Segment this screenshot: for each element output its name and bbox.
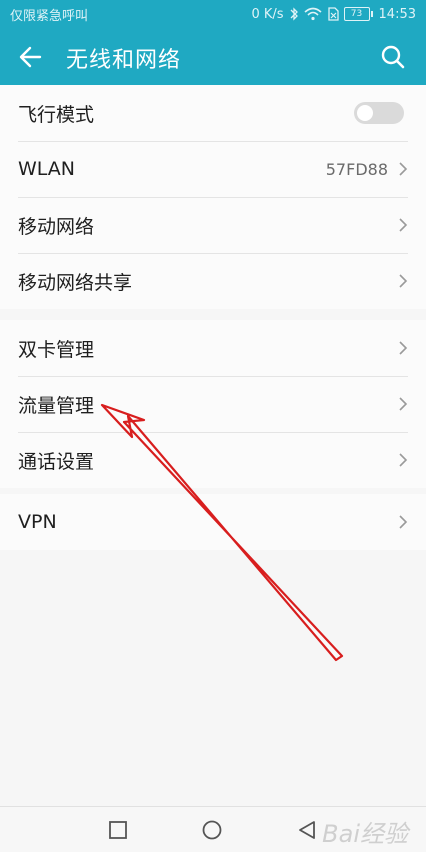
chevron-right-icon bbox=[399, 341, 408, 355]
mobile-network-row[interactable]: 移动网络 bbox=[0, 197, 426, 253]
call-settings-row[interactable]: 通话设置 bbox=[0, 432, 426, 488]
vpn-label: VPN bbox=[18, 511, 57, 533]
data-usage-label: 流量管理 bbox=[18, 394, 95, 417]
clock: 14:53 bbox=[378, 6, 416, 22]
wifi-icon bbox=[304, 7, 322, 21]
watermark: Bai经验 bbox=[322, 820, 408, 848]
bluetooth-icon bbox=[290, 7, 298, 21]
toggle-knob bbox=[357, 105, 373, 121]
wlan-network-name: 57FD88 bbox=[325, 159, 388, 179]
settings-group-network: 飞行模式 WLAN 57FD88 移动网络 移动网络共享 bbox=[0, 85, 426, 309]
status-bar: 仅限紧急呼叫 0 K/s 73 14:53 bbox=[0, 0, 426, 28]
vpn-row[interactable]: VPN bbox=[0, 494, 426, 550]
chevron-right-icon bbox=[399, 218, 408, 232]
airplane-mode-toggle[interactable] bbox=[354, 102, 404, 124]
app-bar: 仅限紧急呼叫 0 K/s 73 14:53 无线和网络 bbox=[0, 0, 426, 85]
square-icon[interactable] bbox=[105, 817, 131, 843]
toolbar: 无线和网络 bbox=[0, 28, 426, 85]
circle-icon[interactable] bbox=[199, 817, 225, 843]
search-icon[interactable] bbox=[380, 44, 406, 70]
dual-sim-row[interactable]: 双卡管理 bbox=[0, 320, 426, 376]
status-icons: 0 K/s 73 14:53 bbox=[251, 7, 416, 22]
no-sim-icon bbox=[327, 7, 339, 21]
wlan-row[interactable]: WLAN 57FD88 bbox=[0, 141, 426, 197]
dual-sim-label: 双卡管理 bbox=[18, 338, 95, 361]
navigation-bar: Bai经验 bbox=[0, 806, 426, 852]
settings-group-vpn: VPN bbox=[0, 494, 426, 550]
settings-group-sim: 双卡管理 流量管理 通话设置 bbox=[0, 320, 426, 488]
battery-icon: 73 bbox=[343, 7, 373, 21]
network-speed: 0 K/s bbox=[251, 6, 284, 22]
tethering-row[interactable]: 移动网络共享 bbox=[0, 253, 426, 309]
chevron-right-icon bbox=[399, 274, 408, 288]
page-title: 无线和网络 bbox=[66, 48, 182, 73]
data-usage-row[interactable]: 流量管理 bbox=[0, 376, 426, 432]
chevron-right-icon bbox=[399, 453, 408, 467]
carrier-text: 仅限紧急呼叫 bbox=[10, 8, 89, 24]
chevron-right-icon bbox=[399, 515, 408, 529]
airplane-mode-row[interactable]: 飞行模式 bbox=[0, 85, 426, 141]
chevron-right-icon bbox=[399, 397, 408, 411]
mobile-network-label: 移动网络 bbox=[18, 215, 95, 238]
call-settings-label: 通话设置 bbox=[18, 450, 95, 473]
airplane-mode-label: 飞行模式 bbox=[18, 103, 95, 126]
arrow-left-icon[interactable] bbox=[18, 44, 44, 70]
wlan-label: WLAN bbox=[18, 158, 76, 180]
triangle-back-icon[interactable] bbox=[294, 817, 320, 843]
tethering-label: 移动网络共享 bbox=[18, 271, 133, 294]
chevron-right-icon bbox=[399, 162, 408, 176]
